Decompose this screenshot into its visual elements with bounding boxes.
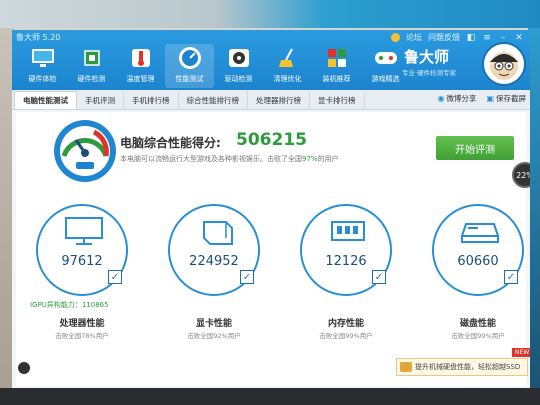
broom-icon [274,44,302,72]
igpu-score: IGPU异构能力：110865 [30,301,109,309]
disk-rank: 击败全国99%用户 [451,332,505,340]
ssd-boost-link[interactable]: 提升机械硬盘性能，轻松超越SSD [396,358,528,376]
weibo-icon: ◉ [437,94,445,103]
overall-score: 506215 [236,130,307,150]
save-screenshot-button[interactable]: ▣ 保存截屏 [486,93,526,104]
monitor-icon [60,214,108,248]
thermometer-icon [127,44,155,72]
disk-ring: 60660 ✓ [432,204,524,296]
app-header: 鲁大师 5.20 论坛 问题反馈 ◧ ≡ – ✕ 硬件体检 硬件检测 温度管理 … [12,30,530,90]
check-icon: ✓ [108,270,122,284]
camera-icon: ▣ [486,94,494,103]
minimize-icon[interactable]: – [498,33,508,43]
main-toolbar: 硬件体检 硬件检测 温度管理 性能测试 驱动检测 清理优化 装机推荐 游戏精选 [18,44,410,88]
hard-disk-icon [400,362,412,372]
check-icon: ✓ [372,270,386,284]
score-cards: 97612 ✓ IGPU异构能力：110865 处理器性能 击败全国78%用户 … [30,204,530,384]
driver-icon [225,44,253,72]
performance-panel: 电脑综合性能得分: 506215 本电脑可以流畅运行大型游戏及各种影视娱乐。击败… [16,112,530,386]
toolbar-temperature[interactable]: 温度管理 [116,44,165,88]
score-desc-prefix: 本电脑可以流畅运行大型游戏及各种影视娱乐。击败了全国 [120,155,302,163]
tab-overall-ranking[interactable]: 综合性能排行榜 [179,91,248,109]
score-desc-suffix: 的用户 [317,155,339,163]
taskbar-strip [0,388,540,405]
close-icon[interactable]: ✕ [514,33,524,43]
tab-pc-performance[interactable]: 电脑性能测试 [14,91,77,109]
cube-icon [323,44,351,72]
cpu-ring: 97612 ✓ [36,204,128,296]
save-screenshot-label: 保存截屏 [496,94,526,103]
toolbar-label: 清理优化 [273,75,302,83]
toolbar-performance-test[interactable]: 性能测试 [165,44,214,88]
speaker-icon[interactable] [18,362,30,374]
disk-icon [456,214,504,248]
mascot-avatar[interactable] [482,42,526,86]
chip-icon [78,44,106,72]
toolbar-label: 装机推荐 [322,75,351,83]
gpu-icon [192,214,240,248]
disk-card: 60660 ✓ 磁盘性能 击败全国99%用户 [426,204,530,384]
gpu-score: 224952 [189,254,239,269]
brand-slogan: 专业·硬件检测专家 [402,69,457,77]
score-percent: 97% [302,155,318,163]
toolbar-label: 温度管理 [126,75,155,83]
menu-icon[interactable]: ≡ [482,33,492,43]
toolbar-hardware-checkup[interactable]: 硬件体检 [18,44,67,88]
coin-icon[interactable] [391,33,400,42]
memory-title: 内存性能 [327,319,364,329]
memory-card: 12126 ✓ 内存性能 击败全国99%用户 [294,204,404,384]
brand-area: 鲁大师 专业·硬件检测专家 [396,42,526,88]
new-badge: NEW [512,348,530,357]
toolbar-label: 驱动检测 [224,75,253,83]
toolbar-label: 性能测试 [175,75,204,83]
app-window: 鲁大师 5.20 论坛 问题反馈 ◧ ≡ – ✕ 硬件体检 硬件检测 温度管理 … [12,30,530,388]
skin-icon[interactable]: ◧ [466,33,476,43]
disk-score: 60660 [457,254,499,269]
cpu-card: 97612 ✓ IGPU异构能力：110865 处理器性能 击败全国78%用户 [30,204,140,384]
toolbar-driver-detect[interactable]: 驱动检测 [214,44,263,88]
ssd-boost-text: 提升机械硬盘性能，轻松超越SSD [415,363,521,371]
brand-name: 鲁大师 [404,48,450,66]
speed-gauge-icon [54,120,116,182]
disk-title: 磁盘性能 [459,319,496,329]
gpu-ring: 224952 ✓ [168,204,260,296]
progress-badge: 22% [512,162,530,188]
cpu-title: 处理器性能 [59,319,105,329]
tab-gpu-ranking[interactable]: 显卡排行榜 [310,91,365,109]
weibo-share-button[interactable]: ◉ 微博分享 [437,93,476,104]
monitor-icon [29,44,57,72]
toolbar-label: 硬件体检 [28,75,57,83]
gpu-rank: 击败全国92%用户 [187,332,241,340]
speedometer-icon [176,44,204,72]
window-title: 鲁大师 5.20 [16,33,61,42]
tab-phone-ranking[interactable]: 手机排行榜 [124,91,179,109]
tab-bar: 电脑性能测试 手机评测 手机排行榜 综合性能排行榜 处理器排行榜 显卡排行榜 ◉… [12,90,530,110]
desktop-background-top [0,0,540,28]
tab-phone-review[interactable]: 手机评测 [77,91,124,109]
memory-score: 12126 [325,254,367,269]
check-icon: ✓ [504,270,518,284]
check-icon: ✓ [240,270,254,284]
tab-cpu-ranking[interactable]: 处理器排行榜 [248,91,310,109]
start-test-button[interactable]: 开始评测 [436,136,514,160]
score-description: 本电脑可以流畅运行大型游戏及各种影视娱乐。击败了全国97%的用户 [120,154,339,164]
toolbar-cleanup[interactable]: 清理优化 [263,44,312,88]
gpu-title: 显卡性能 [195,319,232,329]
weibo-share-label: 微博分享 [446,94,477,103]
memory-icon [324,214,372,248]
toolbar-build-recommend[interactable]: 装机推荐 [312,44,361,88]
memory-rank: 击败全国99%用户 [319,332,373,340]
toolbar-label: 硬件检测 [77,75,106,83]
cpu-rank: 击败全国78%用户 [55,332,109,340]
score-label: 电脑综合性能得分: [120,136,221,150]
cpu-score: 97612 [61,254,103,269]
memory-ring: 12126 ✓ [300,204,392,296]
toolbar-hardware-detect[interactable]: 硬件检测 [67,44,116,88]
gpu-card: 224952 ✓ 显卡性能 击败全国92%用户 [162,204,272,384]
tab-actions: ◉ 微博分享 ▣ 保存截屏 [437,93,526,104]
